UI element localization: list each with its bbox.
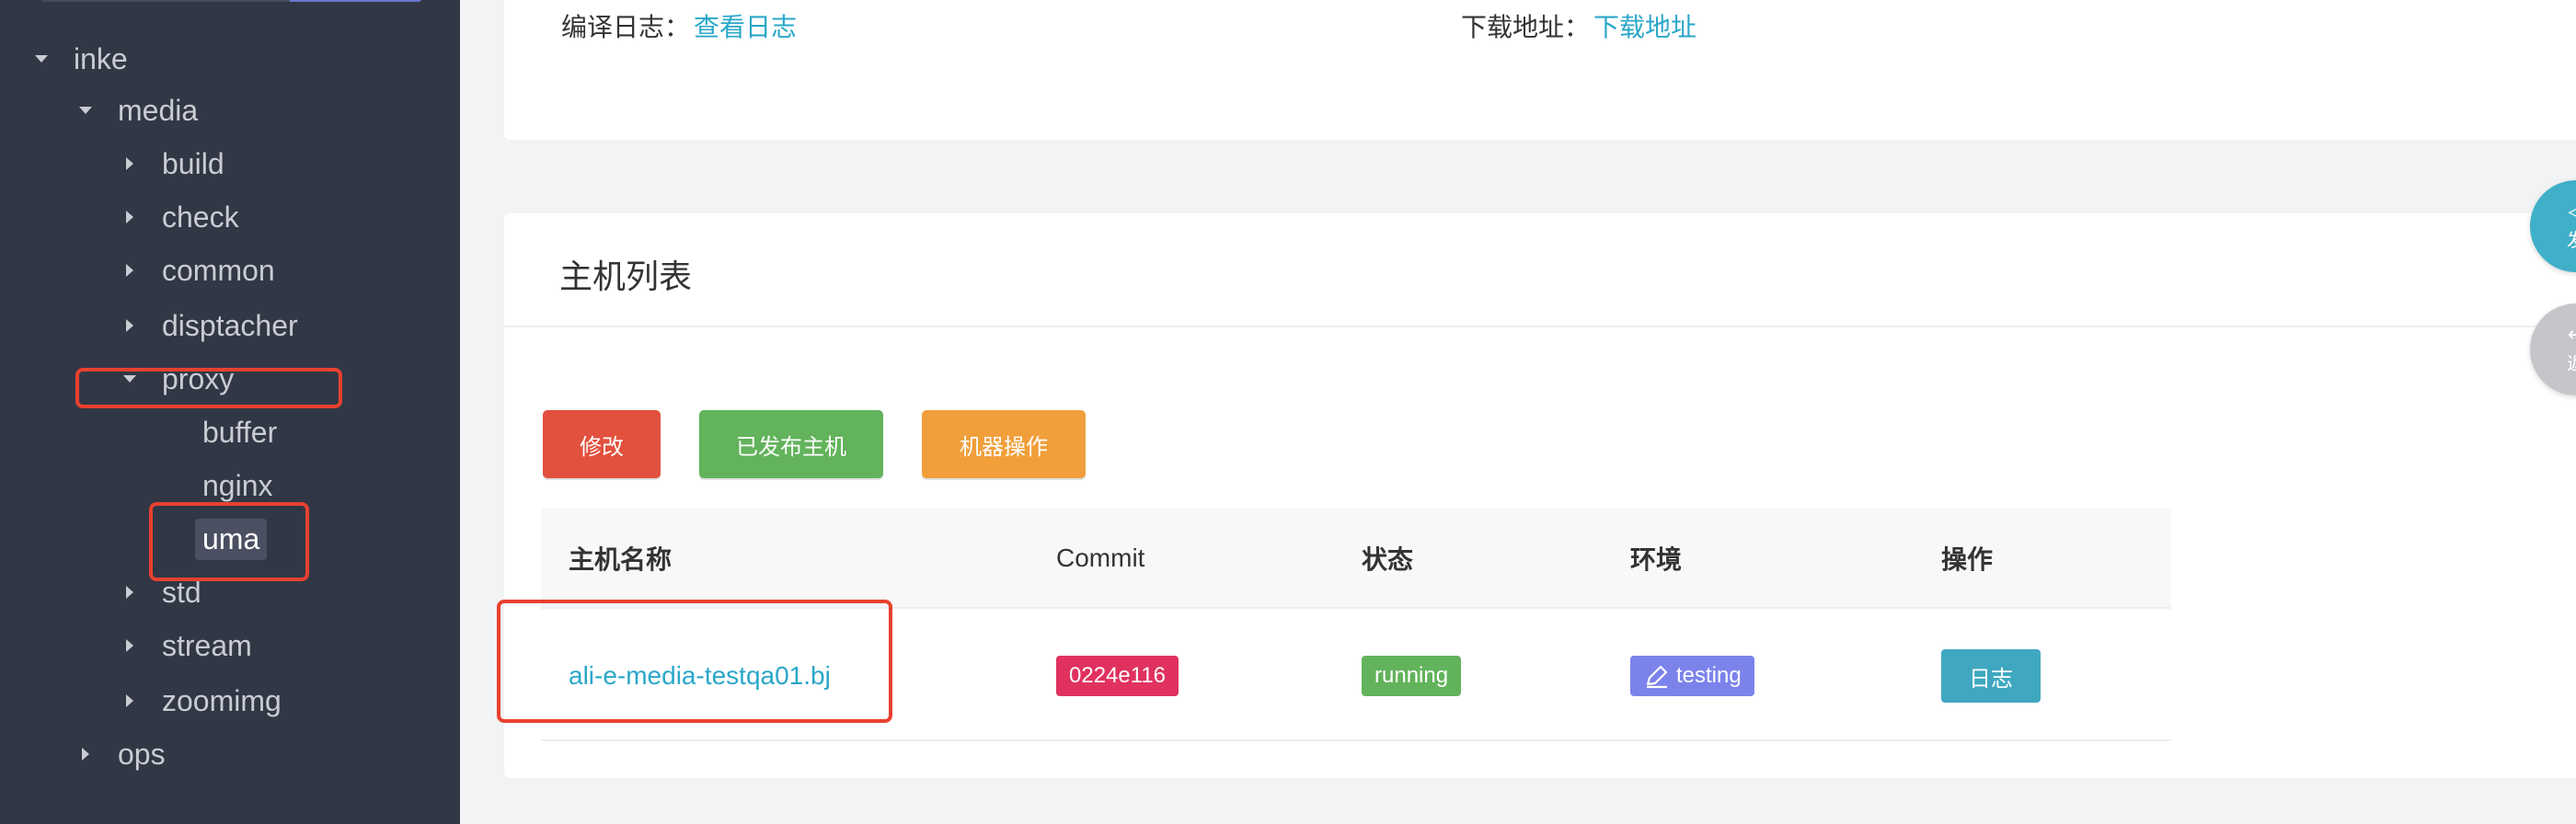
column-header-status: 状态: [1362, 545, 1414, 574]
tree-node-std[interactable]: std: [118, 566, 201, 618]
sidebar-search-button[interactable]: [289, 0, 421, 2]
back-arrow-icon: ↩: [2568, 324, 2576, 345]
commit-badge: 0224e116: [1056, 656, 1179, 696]
caret-down-icon[interactable]: [29, 55, 53, 63]
tree-node-label: disptacher: [162, 308, 298, 342]
column-header-commit: Commit: [1056, 544, 1145, 572]
caret-right-icon[interactable]: [118, 694, 142, 707]
download-label: 下载地址：: [1461, 13, 1591, 41]
send-icon: ◁: [2568, 199, 2576, 223]
column-header-host: 主机名称: [569, 545, 673, 574]
tree-node-label: nginx: [202, 468, 273, 502]
tree-node-stream[interactable]: stream: [118, 620, 252, 671]
table-header: 主机名称 Commit 状态 环境 操作: [541, 508, 2171, 609]
tree-node-check[interactable]: check: [118, 191, 239, 243]
caret-right-icon[interactable]: [118, 319, 142, 332]
edit-button[interactable]: 修改: [543, 410, 661, 478]
env-label: testing: [1676, 663, 1742, 688]
host-name-link[interactable]: ali-e-media-testqa01.bj: [569, 661, 831, 691]
back-float-label: 返: [2567, 349, 2576, 375]
caret-right-icon[interactable]: [74, 748, 98, 761]
tree-node-media[interactable]: media: [74, 85, 198, 136]
download-link[interactable]: 下载地址: [1593, 13, 1696, 41]
tree-node-disptacher[interactable]: disptacher: [118, 300, 298, 351]
tree-node-label: zoomimg: [162, 683, 282, 717]
log-button[interactable]: 日志: [1941, 649, 2041, 703]
caret-right-icon[interactable]: [118, 264, 142, 277]
tree-node-label: media: [118, 93, 199, 127]
machine-ops-button[interactable]: 机器操作: [922, 410, 1086, 478]
caret-down-icon[interactable]: [74, 107, 98, 114]
tree-node-buffer[interactable]: buffer: [202, 406, 284, 458]
build-log-field: 编译日志： 查看日志: [561, 7, 797, 44]
sidebar: inke media build check common disptacher…: [0, 0, 460, 824]
tree-node-ops[interactable]: ops: [74, 728, 166, 780]
build-info-card: 编译日志： 查看日志 下载地址： 下载地址: [504, 0, 2576, 140]
tree-node-label: std: [162, 575, 201, 609]
caret-right-icon[interactable]: [118, 639, 142, 652]
host-list-card: 主机列表 修改 已发布主机 机器操作 主机名称 Commit 状态 环境 操作 …: [497, 213, 2576, 778]
tree-node-label: build: [162, 146, 224, 180]
tree-node-label: stream: [162, 628, 252, 662]
tree-node-label: buffer: [202, 415, 278, 449]
caret-down-icon[interactable]: [118, 375, 142, 383]
tree-node-inke[interactable]: inke: [29, 33, 128, 85]
publish-float-label: 发: [2567, 225, 2576, 252]
tree-node-label: check: [162, 200, 239, 234]
build-log-link[interactable]: 查看日志: [694, 13, 797, 41]
tree-node-label: proxy: [162, 361, 235, 395]
caret-right-icon[interactable]: [118, 586, 142, 599]
tree-node-label: ops: [118, 737, 166, 771]
host-name-cell: ali-e-media-testqa01.bj: [569, 611, 831, 741]
tree-node-label: inke: [74, 41, 128, 75]
status-cell: running: [1362, 611, 1462, 741]
download-field: 下载地址： 下载地址: [1461, 7, 1696, 44]
tree-node-zoomimg[interactable]: zoomimg: [118, 675, 282, 727]
status-badge: running: [1362, 656, 1462, 696]
action-cell: 日志: [1941, 611, 2041, 741]
column-header-action: 操作: [1941, 545, 1994, 574]
tree-node-proxy[interactable]: proxy: [118, 353, 234, 405]
tree-node-label: uma: [195, 518, 268, 560]
commit-cell: 0224e116: [1056, 611, 1179, 741]
env-badge[interactable]: testing: [1630, 656, 1754, 696]
build-log-label: 编译日志：: [561, 13, 691, 41]
card-title: 主机列表: [559, 258, 693, 295]
tree-node-build[interactable]: build: [118, 138, 224, 189]
column-header-env: 环境: [1630, 545, 1683, 574]
table-row: ali-e-media-testqa01.bj 0224e116 running…: [541, 611, 2171, 741]
tree-node-label: common: [162, 253, 275, 287]
caret-right-icon[interactable]: [118, 211, 142, 223]
published-hosts-button[interactable]: 已发布主机: [699, 410, 883, 478]
divider: [504, 326, 2576, 327]
tree-node-nginx[interactable]: nginx: [202, 460, 281, 511]
edit-pencil-icon: [1646, 665, 1668, 689]
tree-node-uma[interactable]: uma: [195, 513, 268, 565]
caret-right-icon[interactable]: [118, 157, 142, 170]
env-cell: testing: [1630, 611, 1754, 741]
tree-node-common[interactable]: common: [118, 245, 275, 296]
